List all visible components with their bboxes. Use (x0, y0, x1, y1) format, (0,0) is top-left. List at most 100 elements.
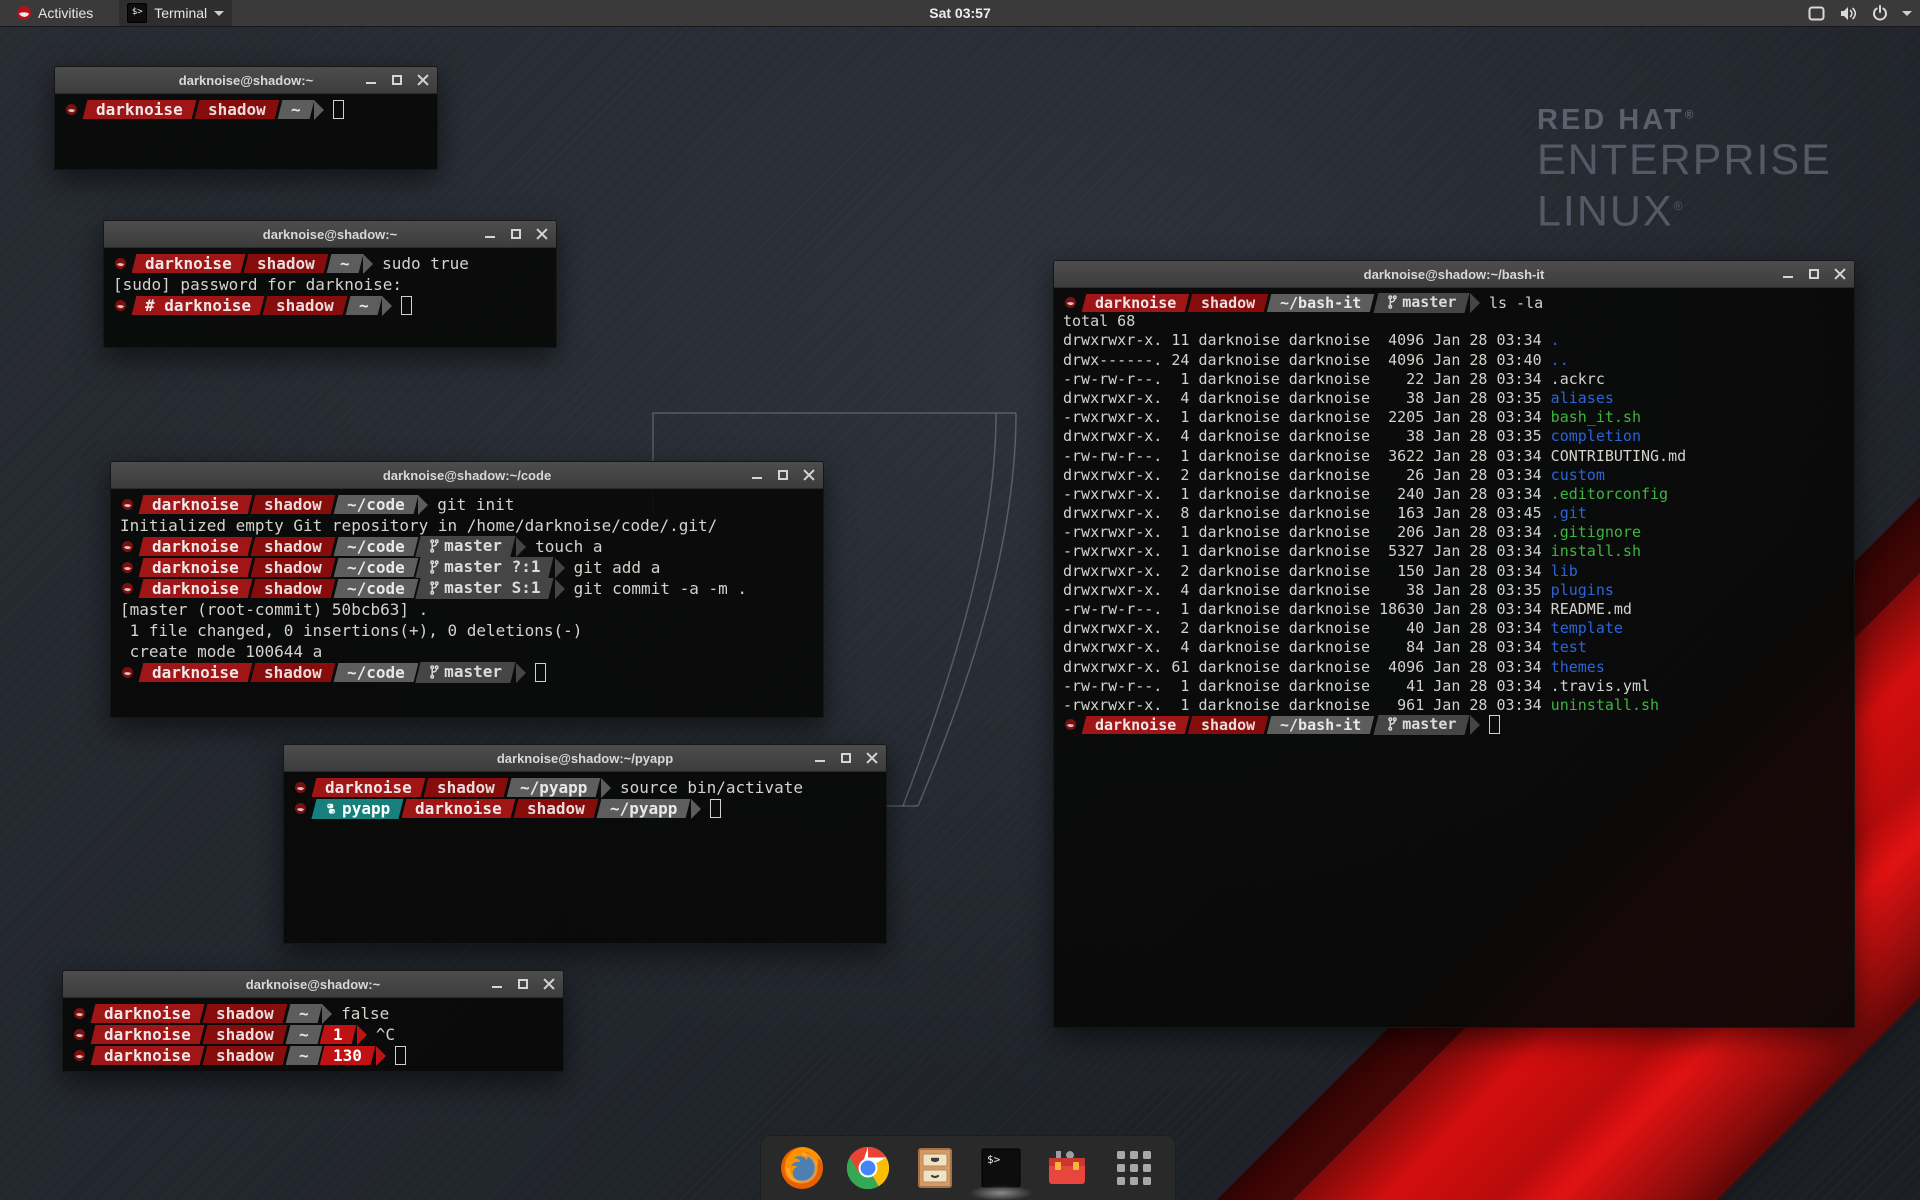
close-icon[interactable] (1834, 268, 1846, 280)
titlebar[interactable]: darknoise@shadow:~/code (111, 462, 823, 489)
ls-row: -rw-rw-r--. 1 darknoise darknoise 41 Jan… (1063, 677, 1845, 696)
prompt-segment-user: darknoise (91, 1025, 204, 1044)
prompt-segment-host: shadow (250, 495, 335, 514)
os-redhat-icon (121, 666, 134, 679)
ls-meta: drwxrwxr-x. 2 darknoise darknoise 150 Ja… (1063, 562, 1551, 580)
close-icon[interactable] (417, 74, 429, 86)
prompt-segment-host: shadow (1188, 294, 1269, 312)
titlebar[interactable]: darknoise@shadow:~ (63, 971, 563, 998)
maximize-icon[interactable] (510, 228, 522, 240)
prompt-segment-user: darknoise (83, 100, 196, 119)
dock-item-toolbox[interactable] (1041, 1142, 1093, 1194)
minimize-icon[interactable] (491, 978, 503, 990)
titlebar[interactable]: darknoise@shadow:~ (104, 221, 556, 248)
maximize-icon[interactable] (517, 978, 529, 990)
ls-meta: -rwxrwxr-x. 1 darknoise darknoise 240 Ja… (1063, 485, 1551, 503)
close-icon[interactable] (543, 978, 555, 990)
minimize-icon[interactable] (1782, 268, 1794, 280)
prompt-line: # darknoiseshadow~ (113, 295, 547, 316)
prompt-segment-user: darknoise (139, 663, 252, 682)
terminal-body[interactable]: darknoiseshadow~/bash-itmasterls -latota… (1054, 288, 1854, 1027)
prompt-segment-git: master (1373, 715, 1469, 735)
terminal-body[interactable]: darknoiseshadow~sudo true[sudo] password… (104, 248, 556, 347)
ls-row: -rwxrwxr-x. 1 darknoise darknoise 2205 J… (1063, 408, 1845, 427)
terminal-window-code: darknoise@shadow:~/code darknoiseshadow~… (110, 461, 824, 718)
os-redhat-icon (73, 1028, 86, 1041)
minimize-icon[interactable] (751, 469, 763, 481)
power-icon[interactable] (1872, 5, 1888, 21)
terminal-output-line: Initialized empty Git repository in /hom… (120, 515, 814, 536)
prompt-segment-git: master (1373, 293, 1469, 313)
command-text: touch a (535, 537, 602, 556)
dock-item-firefox[interactable] (776, 1142, 828, 1194)
terminal-body[interactable]: darknoiseshadow~falsedarknoiseshadow~1^C… (63, 998, 563, 1071)
minimize-icon[interactable] (365, 74, 377, 86)
prompt-arrow-tip (555, 558, 565, 578)
titlebar[interactable]: darknoise@shadow:~/pyapp (284, 745, 886, 772)
prompt-arrow-tip (382, 296, 392, 316)
git-branch-icon (1387, 295, 1397, 309)
titlebar[interactable]: darknoise@shadow:~/bash-it (1054, 261, 1854, 288)
app-menu-terminal[interactable]: $> Terminal (119, 0, 232, 26)
minimize-icon[interactable] (484, 228, 496, 240)
activities-button[interactable]: Activities (10, 0, 99, 26)
python-icon (325, 802, 337, 814)
dock-item-app-grid[interactable] (1108, 1142, 1160, 1194)
caret-down-icon[interactable] (1902, 11, 1912, 16)
dock-item-terminal[interactable]: $> (975, 1142, 1027, 1194)
chevron-down-icon (214, 11, 224, 16)
clock[interactable]: Sat 03:57 (929, 0, 990, 26)
dock-item-chrome[interactable] (842, 1142, 894, 1194)
terminal-cursor (395, 1046, 406, 1065)
maximize-icon[interactable] (777, 469, 789, 481)
ls-meta: drwxrwxr-x. 4 darknoise darknoise 38 Jan… (1063, 427, 1551, 445)
prompt-segment-git: master S:1 (416, 578, 554, 599)
running-indicator-glow (969, 1185, 1033, 1200)
prompt-segment-user: darknoise (1082, 294, 1190, 312)
redhat-icon (16, 5, 32, 21)
ls-row: -rw-rw-r--. 1 darknoise darknoise 3622 J… (1063, 447, 1845, 466)
maximize-icon[interactable] (391, 74, 403, 86)
ls-meta: drwx------. 24 darknoise darknoise 4096 … (1063, 351, 1551, 369)
volume-icon[interactable] (1839, 6, 1858, 21)
prompt-segment-path: ~/bash-it (1267, 294, 1375, 312)
prompt-segment-user: darknoise (139, 558, 252, 577)
prompt-segment-host: shadow (202, 1025, 287, 1044)
os-redhat-icon (73, 1049, 86, 1062)
minimize-icon[interactable] (814, 752, 826, 764)
prompt-arrow-tip (376, 1046, 386, 1066)
file-name: .git (1551, 504, 1587, 522)
prompt-line: darknoiseshadow~/codegit init (120, 494, 814, 515)
prompt-segment-host: shadow (250, 558, 335, 577)
display-icon[interactable] (1808, 6, 1825, 21)
ls-row: -rwxrwxr-x. 1 darknoise darknoise 240 Ja… (1063, 485, 1845, 504)
prompt-segment-user: darknoise (139, 537, 252, 556)
close-icon[interactable] (803, 469, 815, 481)
prompt-arrow-tip (691, 799, 701, 819)
app-grid-icon (1114, 1148, 1154, 1188)
ls-row: drwxrwxr-x. 4 darknoise darknoise 38 Jan… (1063, 389, 1845, 408)
prompt-segment-path: ~ (285, 1025, 321, 1044)
ls-row: drwxrwxr-x. 8 darknoise darknoise 163 Ja… (1063, 504, 1845, 523)
titlebar[interactable]: darknoise@shadow:~ (55, 67, 437, 94)
close-icon[interactable] (866, 752, 878, 764)
window-title: darknoise@shadow:~ (246, 977, 380, 992)
terminal-body[interactable]: darknoiseshadow~/codegit initInitialized… (111, 489, 823, 717)
prompt-segment-host: shadow (250, 579, 335, 598)
prompt-line: darknoiseshadow~/codemaster (120, 662, 814, 683)
terminal-cursor (535, 663, 546, 682)
firefox-icon (779, 1145, 825, 1191)
ls-meta: -rw-rw-r--. 1 darknoise darknoise 18630 … (1063, 600, 1551, 618)
logo-line-enterprise: ENTERPRISE (1537, 137, 1832, 183)
prompt-segment-user: darknoise (91, 1004, 204, 1023)
close-icon[interactable] (536, 228, 548, 240)
dock-item-files[interactable] (909, 1142, 961, 1194)
terminal-body[interactable]: darknoiseshadow~/pyappsource bin/activat… (284, 772, 886, 943)
ls-row: drwxrwxr-x. 2 darknoise darknoise 26 Jan… (1063, 466, 1845, 485)
terminal-body[interactable]: darknoiseshadow~ (55, 94, 437, 169)
git-branch-icon (429, 539, 439, 553)
terminal-cursor (333, 100, 344, 119)
maximize-icon[interactable] (840, 752, 852, 764)
maximize-icon[interactable] (1808, 268, 1820, 280)
ls-meta: -rwxrwxr-x. 1 darknoise darknoise 5327 J… (1063, 542, 1551, 560)
